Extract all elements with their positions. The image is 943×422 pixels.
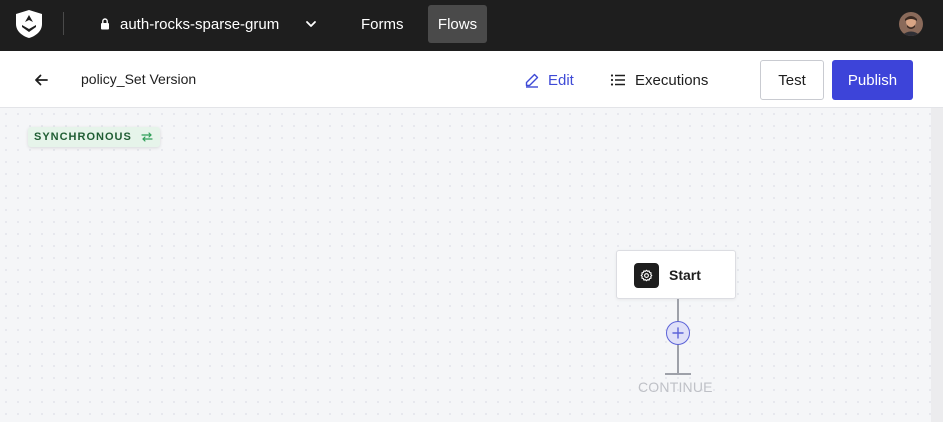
start-node-label: Start bbox=[669, 267, 701, 283]
tab-executions[interactable]: Executions bbox=[610, 68, 708, 92]
pencil-icon bbox=[525, 73, 539, 88]
tab-executions-label: Executions bbox=[635, 71, 709, 89]
arrow-left-icon bbox=[35, 74, 48, 86]
synchronous-badge: SYNCHRONOUS bbox=[28, 127, 160, 147]
publish-button[interactable]: Publish bbox=[832, 60, 913, 100]
start-node[interactable]: Start bbox=[616, 250, 736, 299]
back-button[interactable] bbox=[32, 71, 50, 89]
gear-icon bbox=[634, 263, 659, 288]
list-icon bbox=[610, 74, 625, 86]
synchronous-badge-label: SYNCHRONOUS bbox=[34, 131, 132, 143]
tab-edit[interactable]: Edit bbox=[524, 68, 574, 92]
nav-forms[interactable]: Forms bbox=[351, 5, 414, 43]
flow-editor-header: policy_Set Version Edit Executions Test … bbox=[0, 51, 943, 108]
plus-icon bbox=[672, 327, 684, 339]
canvas-scrollbar[interactable] bbox=[931, 108, 943, 422]
nav-flows[interactable]: Flows bbox=[428, 5, 487, 43]
lock-icon bbox=[101, 18, 109, 30]
chevron-down-icon bbox=[306, 21, 316, 27]
flow-connector-end bbox=[665, 373, 691, 375]
test-button[interactable]: Test bbox=[760, 60, 824, 100]
add-step-button[interactable] bbox=[666, 321, 690, 345]
top-navigation-bar: auth-rocks-sparse-grum Forms Flows bbox=[0, 0, 943, 51]
flow-title: policy_Set Version bbox=[81, 71, 197, 87]
topbar-divider bbox=[63, 12, 64, 35]
shield-logo-icon[interactable] bbox=[15, 9, 43, 39]
tenant-selector[interactable]: auth-rocks-sparse-grum bbox=[98, 14, 318, 34]
continue-label: CONTINUE bbox=[638, 379, 713, 395]
tab-edit-label: Edit bbox=[548, 71, 574, 89]
user-avatar[interactable] bbox=[899, 12, 923, 36]
sync-arrows-icon bbox=[141, 132, 153, 142]
flow-canvas[interactable] bbox=[0, 108, 931, 422]
tenant-name: auth-rocks-sparse-grum bbox=[120, 15, 280, 33]
